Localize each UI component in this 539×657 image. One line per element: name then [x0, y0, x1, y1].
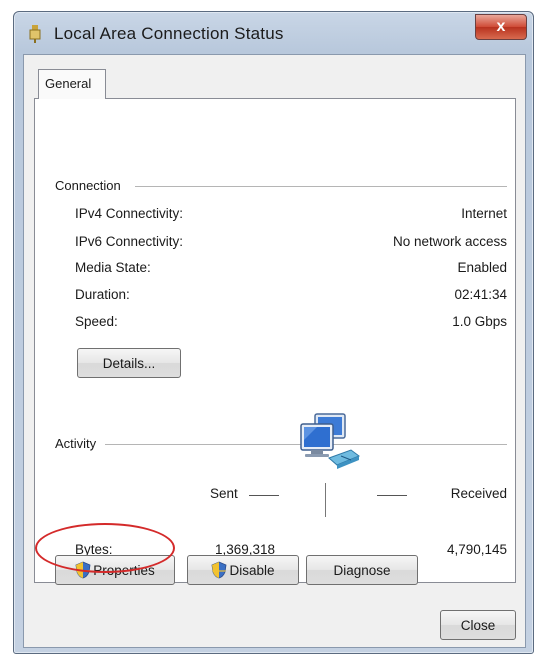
duration-label: Duration: [75, 287, 130, 302]
activity-group-title: Activity [55, 436, 103, 451]
title-bar[interactable]: Local Area Connection Status x [14, 12, 533, 54]
dialog-window: Local Area Connection Status x General C… [13, 11, 534, 654]
disable-button[interactable]: Disable [187, 555, 299, 585]
uac-shield-icon [212, 561, 227, 579]
received-label: Received [450, 486, 507, 501]
ipv4-value: Internet [461, 206, 507, 221]
speed-value: 1.0 Gbps [452, 314, 507, 329]
details-button[interactable]: Details... [77, 348, 181, 378]
close-button[interactable]: Close [440, 610, 516, 640]
speed-label: Speed: [75, 314, 118, 329]
tab-panel-general: Connection IPv4 Connectivity: Internet I… [34, 98, 516, 583]
sent-label: Sent [210, 486, 238, 501]
disable-label: Disable [229, 562, 275, 578]
media-state-value: Enabled [457, 260, 507, 275]
received-line [377, 495, 407, 496]
ipv6-value: No network access [392, 234, 507, 249]
title-close-button[interactable]: x [475, 14, 527, 40]
diagnose-button[interactable]: Diagnose [306, 555, 418, 585]
connection-group-title: Connection [55, 178, 127, 193]
connection-separator [135, 186, 507, 187]
network-computers-icon [300, 413, 361, 469]
properties-highlight-circle [35, 523, 175, 573]
ipv6-label: IPv6 Connectivity: [75, 234, 184, 249]
duration-value: 02:41:34 [454, 287, 507, 302]
sent-line [249, 495, 279, 496]
network-adapter-icon [29, 25, 41, 43]
window-title: Local Area Connection Status [54, 24, 284, 43]
activity-divider [325, 483, 326, 517]
tab-general[interactable]: General [38, 69, 106, 99]
ipv4-label: IPv4 Connectivity: [75, 206, 184, 221]
media-state-label: Media State: [75, 260, 151, 275]
bytes-received-value: 4,790,145 [446, 542, 507, 557]
